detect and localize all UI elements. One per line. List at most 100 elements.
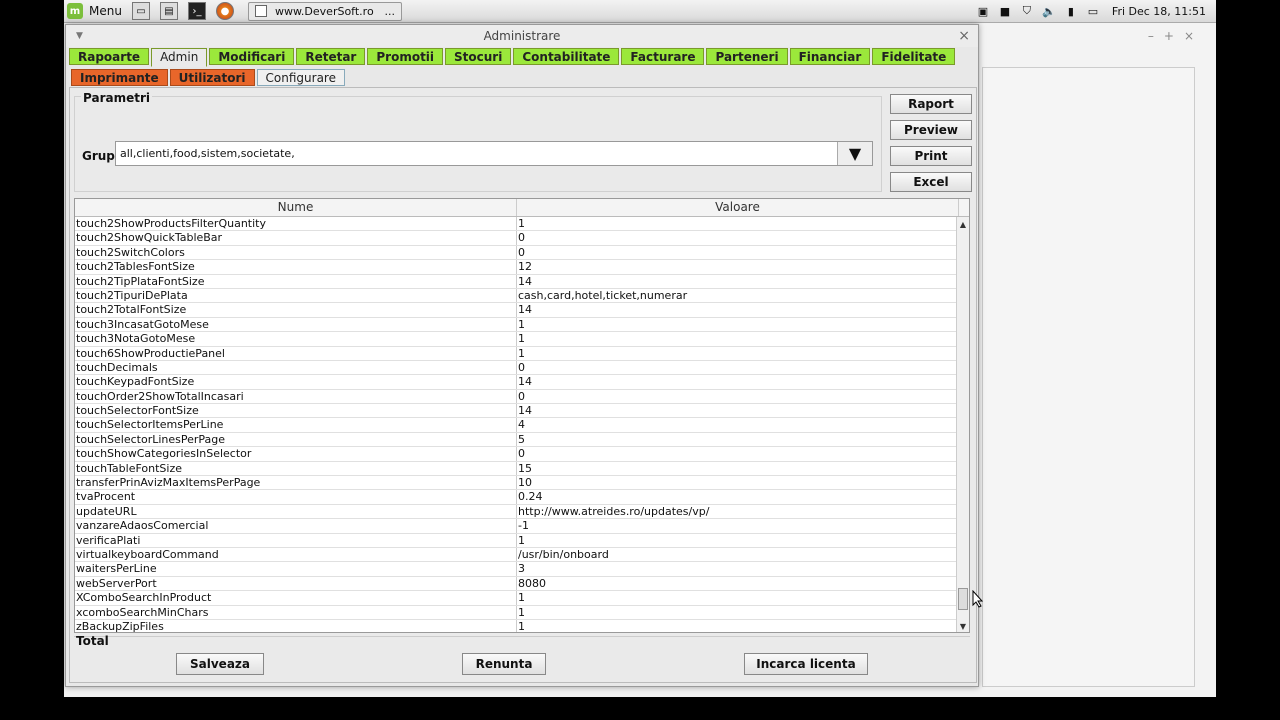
cell-nume[interactable]: touch3IncasatGotoMese bbox=[75, 317, 517, 332]
cell-nume[interactable]: touchDecimals bbox=[75, 360, 517, 375]
cell-valoare[interactable]: 12 bbox=[517, 260, 959, 274]
cell-nume[interactable]: tvaProcent bbox=[75, 490, 517, 504]
firefox-icon[interactable]: ● bbox=[215, 2, 234, 20]
table-row[interactable]: touch2TipuriDePlata cash,card,hotel,ticke… bbox=[75, 288, 959, 304]
tab-contabilitate[interactable]: Contabilitate bbox=[513, 48, 620, 65]
dropdown-arrow-icon[interactable]: ▼ bbox=[837, 142, 872, 165]
tab-facturare[interactable]: Facturare bbox=[621, 48, 705, 65]
table-row[interactable]: webServerPort 8080 bbox=[75, 576, 959, 592]
network-signal-icon[interactable]: ▮ bbox=[1064, 4, 1078, 18]
cell-valoare[interactable]: 10 bbox=[517, 476, 959, 490]
workspace-icon[interactable]: ▣ bbox=[976, 4, 990, 18]
cell-nume[interactable]: touch2TipPlataFontSize bbox=[75, 274, 517, 288]
tab-promotii[interactable]: Promotii bbox=[367, 48, 444, 65]
cell-valoare[interactable]: 14 bbox=[517, 375, 959, 389]
cell-valoare[interactable]: http://www.atreides.ro/updates/vp/ bbox=[517, 504, 959, 519]
table-row[interactable]: virtualkeyboardCommand/usr/bin/onboard bbox=[75, 547, 959, 563]
scroll-down-icon[interactable]: ▼ bbox=[957, 621, 969, 632]
cell-nume[interactable]: zBackupZipFiles bbox=[75, 619, 517, 632]
tab-rapoarte[interactable]: Rapoarte bbox=[69, 48, 150, 65]
stop-icon[interactable]: ■ bbox=[998, 4, 1012, 18]
table-row[interactable]: touch2TablesFontSize 12 bbox=[75, 260, 959, 275]
cell-nume[interactable]: waitersPerLine bbox=[75, 562, 517, 576]
cell-valoare[interactable]: 4 bbox=[517, 418, 959, 432]
cell-valoare[interactable]: 0 bbox=[517, 245, 959, 260]
cell-nume[interactable]: verificaPlati bbox=[75, 533, 517, 547]
cell-nume[interactable]: touchOrder2ShowTotalIncasari bbox=[75, 389, 517, 404]
table-row[interactable]: transferPrinAvizMaxItemsPerPage 10 bbox=[75, 476, 959, 491]
cell-valoare[interactable]: /usr/bin/onboard bbox=[517, 547, 959, 562]
menu-button[interactable]: m Menu bbox=[67, 2, 122, 21]
table-row[interactable]: xcomboSearchMinChars 1 bbox=[75, 605, 959, 620]
tab-stocuri[interactable]: Stocuri bbox=[445, 48, 512, 65]
tab-fidelitate[interactable]: Fidelitate bbox=[872, 48, 956, 65]
clock[interactable]: Fri Dec 18, 11:51 bbox=[1112, 5, 1206, 18]
raport-button[interactable]: Raport bbox=[890, 94, 972, 114]
cell-valoare[interactable]: 8080 bbox=[517, 576, 959, 591]
window-controls-icon[interactable]: –+× bbox=[1148, 29, 1204, 43]
column-header-valoare[interactable]: Valoare bbox=[517, 199, 959, 216]
table-row[interactable]: touch3IncasatGotoMese 1 bbox=[75, 317, 959, 333]
table-row[interactable]: touchSelectorItemsPerLine 4 bbox=[75, 418, 959, 433]
cell-valoare[interactable]: 1 bbox=[517, 332, 959, 346]
table-row[interactable]: touchDecimals 0 bbox=[75, 360, 959, 376]
table-row[interactable]: verificaPlati 1 bbox=[75, 533, 959, 548]
cancel-button[interactable]: Renunta bbox=[462, 653, 546, 675]
scroll-thumb[interactable] bbox=[958, 588, 968, 610]
cell-nume[interactable]: vanzareAdaosComercial bbox=[75, 519, 517, 533]
grup-combobox[interactable]: all,clienti,food,sistem,societate, ▼ bbox=[115, 141, 873, 166]
table-row[interactable]: touch2ShowQuickTableBar 0 bbox=[75, 231, 959, 246]
table-scrollbar[interactable]: ▲ ▼ bbox=[956, 217, 969, 632]
taskbar-window-item[interactable]: www.DeverSoft.ro ... bbox=[247, 1, 402, 21]
cell-nume[interactable]: touch2TipuriDePlata bbox=[75, 288, 517, 303]
table-row[interactable]: touch2TipPlataFontSize 14 bbox=[75, 274, 959, 289]
subtab-configurare[interactable]: Configurare bbox=[256, 69, 345, 86]
cell-nume[interactable]: touchShowCategoriesInSelector bbox=[75, 447, 517, 461]
cell-valoare[interactable]: 0 bbox=[517, 389, 959, 404]
table-row[interactable]: vanzareAdaosComercial -1 bbox=[75, 519, 959, 534]
save-button[interactable]: Salveaza bbox=[176, 653, 264, 675]
cell-nume[interactable]: touch2ShowProductsFilterQuantity bbox=[75, 217, 517, 231]
cell-valoare[interactable]: 1 bbox=[517, 619, 959, 632]
cell-nume[interactable]: xcomboSearchMinChars bbox=[75, 605, 517, 619]
table-row[interactable]: waitersPerLine 3 bbox=[75, 562, 959, 577]
terminal-icon[interactable]: ›_ bbox=[187, 2, 206, 20]
table-row[interactable]: touch2SwitchColors 0 bbox=[75, 245, 959, 261]
cell-nume[interactable]: touch2ShowQuickTableBar bbox=[75, 231, 517, 245]
table-row[interactable]: touchTableFontSize 15 bbox=[75, 461, 959, 477]
cell-valoare[interactable]: 1 bbox=[517, 217, 959, 231]
cell-nume[interactable]: touchKeypadFontSize bbox=[75, 375, 517, 389]
column-header-nume[interactable]: Nume bbox=[75, 199, 517, 216]
cell-nume[interactable]: updateURL bbox=[75, 504, 517, 519]
table-row[interactable]: XComboSearchInProduct 1 bbox=[75, 591, 959, 606]
cell-valoare[interactable]: 0.24 bbox=[517, 490, 959, 504]
cell-nume[interactable]: XComboSearchInProduct bbox=[75, 591, 517, 605]
table-row[interactable]: touch6ShowProductiePanel 1 bbox=[75, 346, 959, 361]
cell-nume[interactable]: webServerPort bbox=[75, 576, 517, 591]
subtab-utilizatori[interactable]: Utilizatori bbox=[169, 69, 255, 86]
preview-button[interactable]: Preview bbox=[890, 120, 972, 140]
cell-nume[interactable]: virtualkeyboardCommand bbox=[75, 547, 517, 562]
excel-button[interactable]: Excel bbox=[890, 172, 972, 192]
tab-modificari[interactable]: Modificari bbox=[209, 48, 295, 65]
cell-valoare[interactable]: 1 bbox=[517, 346, 959, 360]
cell-nume[interactable]: touchTableFontSize bbox=[75, 461, 517, 476]
table-row[interactable]: touchOrder2ShowTotalIncasari 0 bbox=[75, 389, 959, 405]
table-row[interactable]: touchKeypadFontSize 14 bbox=[75, 375, 959, 390]
cell-valoare[interactable]: 14 bbox=[517, 274, 959, 288]
table-row[interactable]: tvaProcent 0.24 bbox=[75, 490, 959, 505]
cell-valoare[interactable]: 15 bbox=[517, 461, 959, 476]
cell-nume[interactable]: touch6ShowProductiePanel bbox=[75, 346, 517, 360]
volume-icon[interactable]: 🔈 bbox=[1042, 4, 1056, 18]
table-row[interactable]: updateURL http://www.atreides.ro/updates/… bbox=[75, 504, 959, 520]
cell-valoare[interactable]: 14 bbox=[517, 303, 959, 317]
load-license-button[interactable]: Incarca licenta bbox=[744, 653, 868, 675]
print-button[interactable]: Print bbox=[890, 146, 972, 166]
cell-valoare[interactable]: 1 bbox=[517, 317, 959, 332]
table-row[interactable]: touchSelectorFontSize 14 bbox=[75, 404, 959, 419]
cell-nume[interactable]: touchSelectorItemsPerLine bbox=[75, 418, 517, 432]
cell-valoare[interactable]: 0 bbox=[517, 231, 959, 245]
cell-valoare[interactable]: 1 bbox=[517, 591, 959, 605]
shield-icon[interactable]: ⛉ bbox=[1020, 4, 1034, 18]
cell-valoare[interactable]: cash,card,hotel,ticket,numerar bbox=[517, 288, 959, 303]
